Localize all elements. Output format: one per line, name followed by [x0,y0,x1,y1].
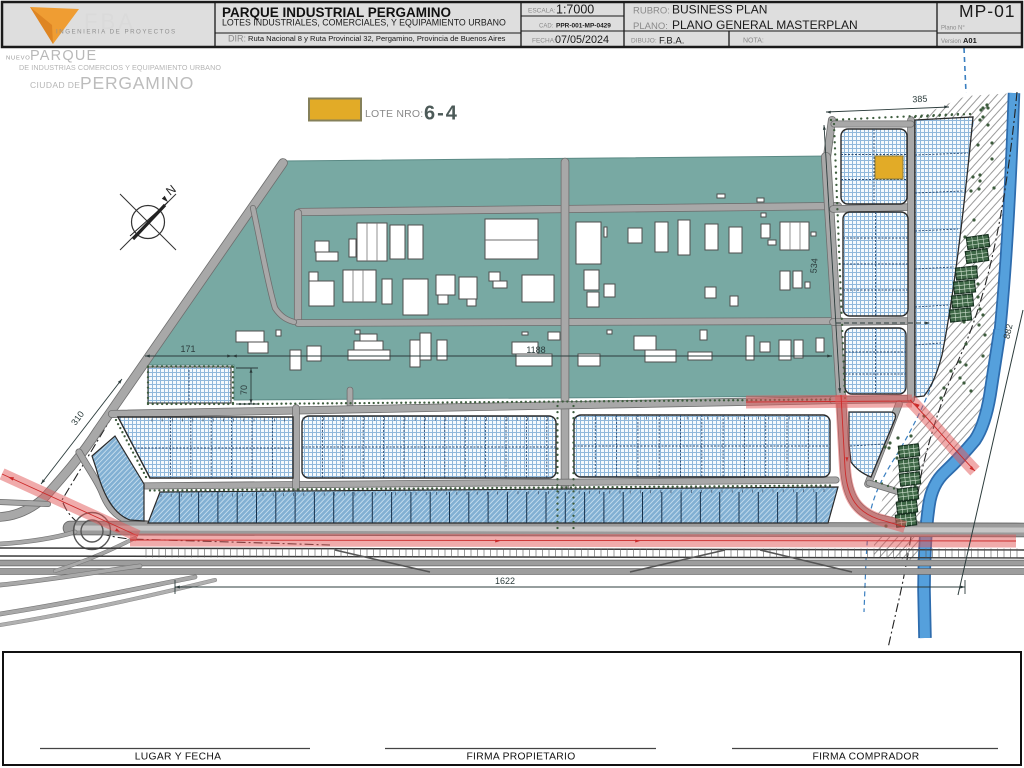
svg-text:MP-01: MP-01 [959,1,1016,21]
svg-text:F.B.A.: F.B.A. [659,36,684,47]
svg-text:1:7000: 1:7000 [556,3,594,17]
svg-text:70: 70 [239,385,249,395]
svg-text:LUGAR Y FECHA: LUGAR Y FECHA [135,752,222,763]
svg-text:FECHA:: FECHA: [532,38,556,45]
svg-text:1188: 1188 [526,345,545,355]
svg-text:PPR-001-MP-0429: PPR-001-MP-0429 [556,23,611,30]
svg-text:DIR:: DIR: [228,34,246,44]
svg-text:ESCALA:: ESCALA: [528,8,556,15]
svg-text:6-4: 6-4 [424,103,459,125]
svg-text:LOTE NRO:: LOTE NRO: [365,108,423,120]
svg-text:PERGAMINO: PERGAMINO [80,73,194,93]
svg-text:INGENIERIA DE PROYECTOS: INGENIERIA DE PROYECTOS [56,29,177,36]
svg-text:Ruta Nacional 8 y Ruta Provinc: Ruta Nacional 8 y Ruta Provincial 32, Pe… [248,34,506,43]
svg-text:A01: A01 [963,36,977,45]
svg-text:FIRMA COMPRADOR: FIRMA COMPRADOR [813,752,920,763]
svg-text:CAD:: CAD: [539,24,554,30]
svg-text:07/05/2024: 07/05/2024 [555,34,609,46]
svg-text:CIUDAD DE: CIUDAD DE [30,80,80,90]
svg-text:1622: 1622 [495,576,515,586]
svg-text:DIBUJO:: DIBUJO: [631,38,657,45]
svg-text:Version: Version [941,39,961,45]
svg-text:RUBRO:: RUBRO: [633,6,670,17]
svg-text:PARQUE: PARQUE [30,48,97,64]
svg-text:FIRMA PROPIETARIO: FIRMA PROPIETARIO [466,752,575,763]
svg-text:LOTES INDUSTRIALES, COMERCIALE: LOTES INDUSTRIALES, COMERCIALES, Y EQUIP… [222,18,506,28]
svg-text:DE INDUSTRIAS COMERCIOS Y EQUI: DE INDUSTRIAS COMERCIOS Y EQUIPAMIENTO U… [19,63,221,72]
svg-text:PLANO GENERAL MASTERPLAN: PLANO GENERAL MASTERPLAN [672,18,858,32]
svg-text:Plano N°: Plano N° [941,26,965,32]
svg-text:171: 171 [180,344,195,354]
svg-text:385: 385 [912,94,928,105]
svg-text:BUSINESS PLAN: BUSINESS PLAN [672,3,767,17]
svg-text:NUEVO: NUEVO [6,56,31,62]
svg-text:534: 534 [808,258,819,274]
svg-text:NOTA:: NOTA: [743,38,764,45]
svg-text:PLANO:: PLANO: [633,21,668,32]
